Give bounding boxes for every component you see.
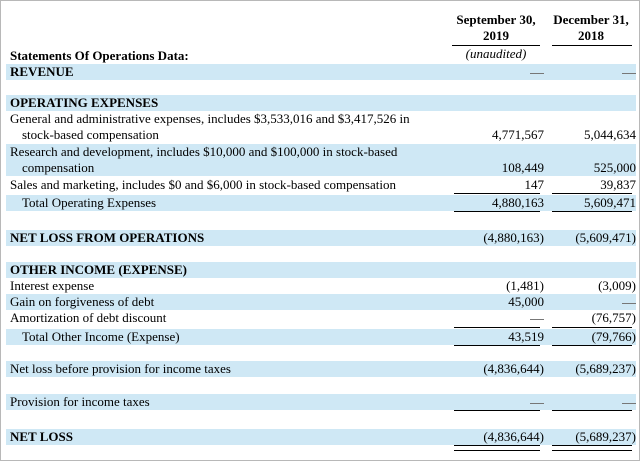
other-heading: OTHER INCOME (EXPENSE)	[10, 262, 187, 277]
revenue-value-2019	[452, 64, 544, 80]
header-col1-line1: September 30,	[456, 12, 536, 27]
net-loss-ops-row: NET LOSS FROM OPERATIONS (4,880,163) (5,…	[6, 230, 636, 246]
pretax-label: Net loss before provision for income tax…	[10, 361, 231, 376]
revenue-label: REVENUE	[10, 64, 74, 79]
rd-label-line2: compensation	[22, 160, 95, 175]
other-total-2018: (79,766)	[591, 329, 636, 344]
opex-heading-row: OPERATING EXPENSES	[6, 95, 636, 111]
opex-underline-2	[552, 193, 632, 194]
header-col2-line1: December 31,	[553, 12, 629, 27]
ga-label-line1: General and administrative expenses, inc…	[10, 111, 410, 126]
opex-total-row: Total Operating Expenses 4,880,163 5,609…	[6, 195, 636, 211]
other-underline-1	[454, 327, 540, 328]
gain-2018	[554, 294, 636, 310]
provision-underline-2	[552, 410, 632, 411]
dash-icon	[622, 302, 636, 304]
sm-label: Sales and marketing, includes $0 and $6,…	[10, 177, 396, 192]
rd-label-line1: Research and development, includes $10,0…	[10, 144, 398, 159]
pretax-2018: (5,689,237)	[575, 361, 636, 376]
opex-total-underline-1	[454, 211, 540, 212]
amort-label: Amortization of debt discount	[10, 310, 167, 325]
opex-total-2018: 5,609,471	[584, 195, 636, 210]
section-title: Statements Of Operations Data:	[10, 48, 189, 63]
amort-2018: (76,757)	[591, 310, 636, 325]
ga-value-2018: 5,044,634	[584, 127, 636, 142]
provision-label: Provision for income taxes	[10, 394, 150, 409]
sm-value-2019: 147	[524, 177, 545, 192]
interest-2019: (1,481)	[506, 278, 544, 293]
rd-value-2019: 108,449	[501, 160, 544, 175]
dash-icon	[530, 318, 544, 320]
dash-icon	[530, 402, 544, 404]
net-loss-row: NET LOSS (4,836,644) (5,689,237)	[6, 429, 636, 445]
rd-value-2018: 525,000	[593, 160, 636, 175]
gain-label: Gain on forgiveness of debt	[10, 294, 155, 309]
opex-total-2019: 4,880,163	[492, 195, 544, 210]
amort-2019	[452, 310, 544, 326]
net-loss-double-underline-2	[552, 445, 632, 451]
other-total-label: Total Other Income (Expense)	[22, 329, 180, 344]
amort-row: Amortization of debt discount (76,757)	[6, 310, 636, 326]
other-total-underline-2	[552, 345, 632, 346]
net-loss-ops-2018: (5,609,471)	[575, 230, 636, 245]
ga-row: General and administrative expenses, inc…	[6, 111, 636, 143]
net-loss-label: NET LOSS	[10, 429, 73, 444]
provision-2019	[452, 394, 544, 410]
ga-value-2019: 4,771,567	[492, 127, 544, 142]
header-col1-line2: 2019	[483, 28, 509, 43]
interest-label: Interest expense	[10, 278, 95, 293]
opex-total-label: Total Operating Expenses	[22, 195, 157, 210]
provision-underline-1	[454, 410, 540, 411]
dash-icon	[530, 72, 544, 74]
interest-row: Interest expense (1,481) (3,009)	[6, 278, 636, 294]
header-col2-line2: 2018	[578, 28, 604, 43]
ga-label-line2: stock-based compensation	[22, 127, 159, 142]
net-loss-2018: (5,689,237)	[575, 429, 636, 444]
revenue-row: REVENUE	[6, 64, 636, 80]
dash-icon	[622, 72, 636, 74]
other-heading-row: OTHER INCOME (EXPENSE)	[6, 262, 636, 278]
provision-row: Provision for income taxes	[6, 394, 636, 410]
header-col1-unaudited: (unaudited)	[465, 46, 527, 61]
interest-2018: (3,009)	[598, 278, 636, 293]
other-underline-2	[552, 327, 632, 328]
other-total-row: Total Other Income (Expense) 43,519 (79,…	[6, 329, 636, 345]
net-loss-ops-2019: (4,880,163)	[483, 230, 544, 245]
provision-2018	[554, 394, 636, 410]
gain-row: Gain on forgiveness of debt 45,000	[6, 294, 636, 310]
dash-icon	[622, 402, 636, 404]
net-loss-ops-label: NET LOSS FROM OPERATIONS	[10, 230, 205, 245]
pretax-2019: (4,836,644)	[483, 361, 544, 376]
other-total-underline-1	[454, 345, 540, 346]
revenue-value-2018	[554, 64, 636, 80]
net-loss-2019: (4,836,644)	[483, 429, 544, 444]
net-loss-double-underline-1	[454, 445, 540, 451]
header-underline-1	[452, 45, 540, 46]
sm-row: Sales and marketing, includes $0 and $6,…	[6, 177, 636, 193]
other-total-2019: 43,519	[508, 329, 544, 344]
opex-underline-1	[454, 193, 540, 194]
opex-total-underline-2	[552, 211, 632, 212]
sm-value-2018: 39,837	[600, 177, 636, 192]
pretax-row: Net loss before provision for income tax…	[6, 361, 636, 377]
rd-row: Research and development, includes $10,0…	[6, 144, 636, 176]
opex-heading: OPERATING EXPENSES	[10, 95, 159, 110]
gain-2019: 45,000	[508, 294, 544, 309]
header-underline-2	[552, 45, 632, 46]
